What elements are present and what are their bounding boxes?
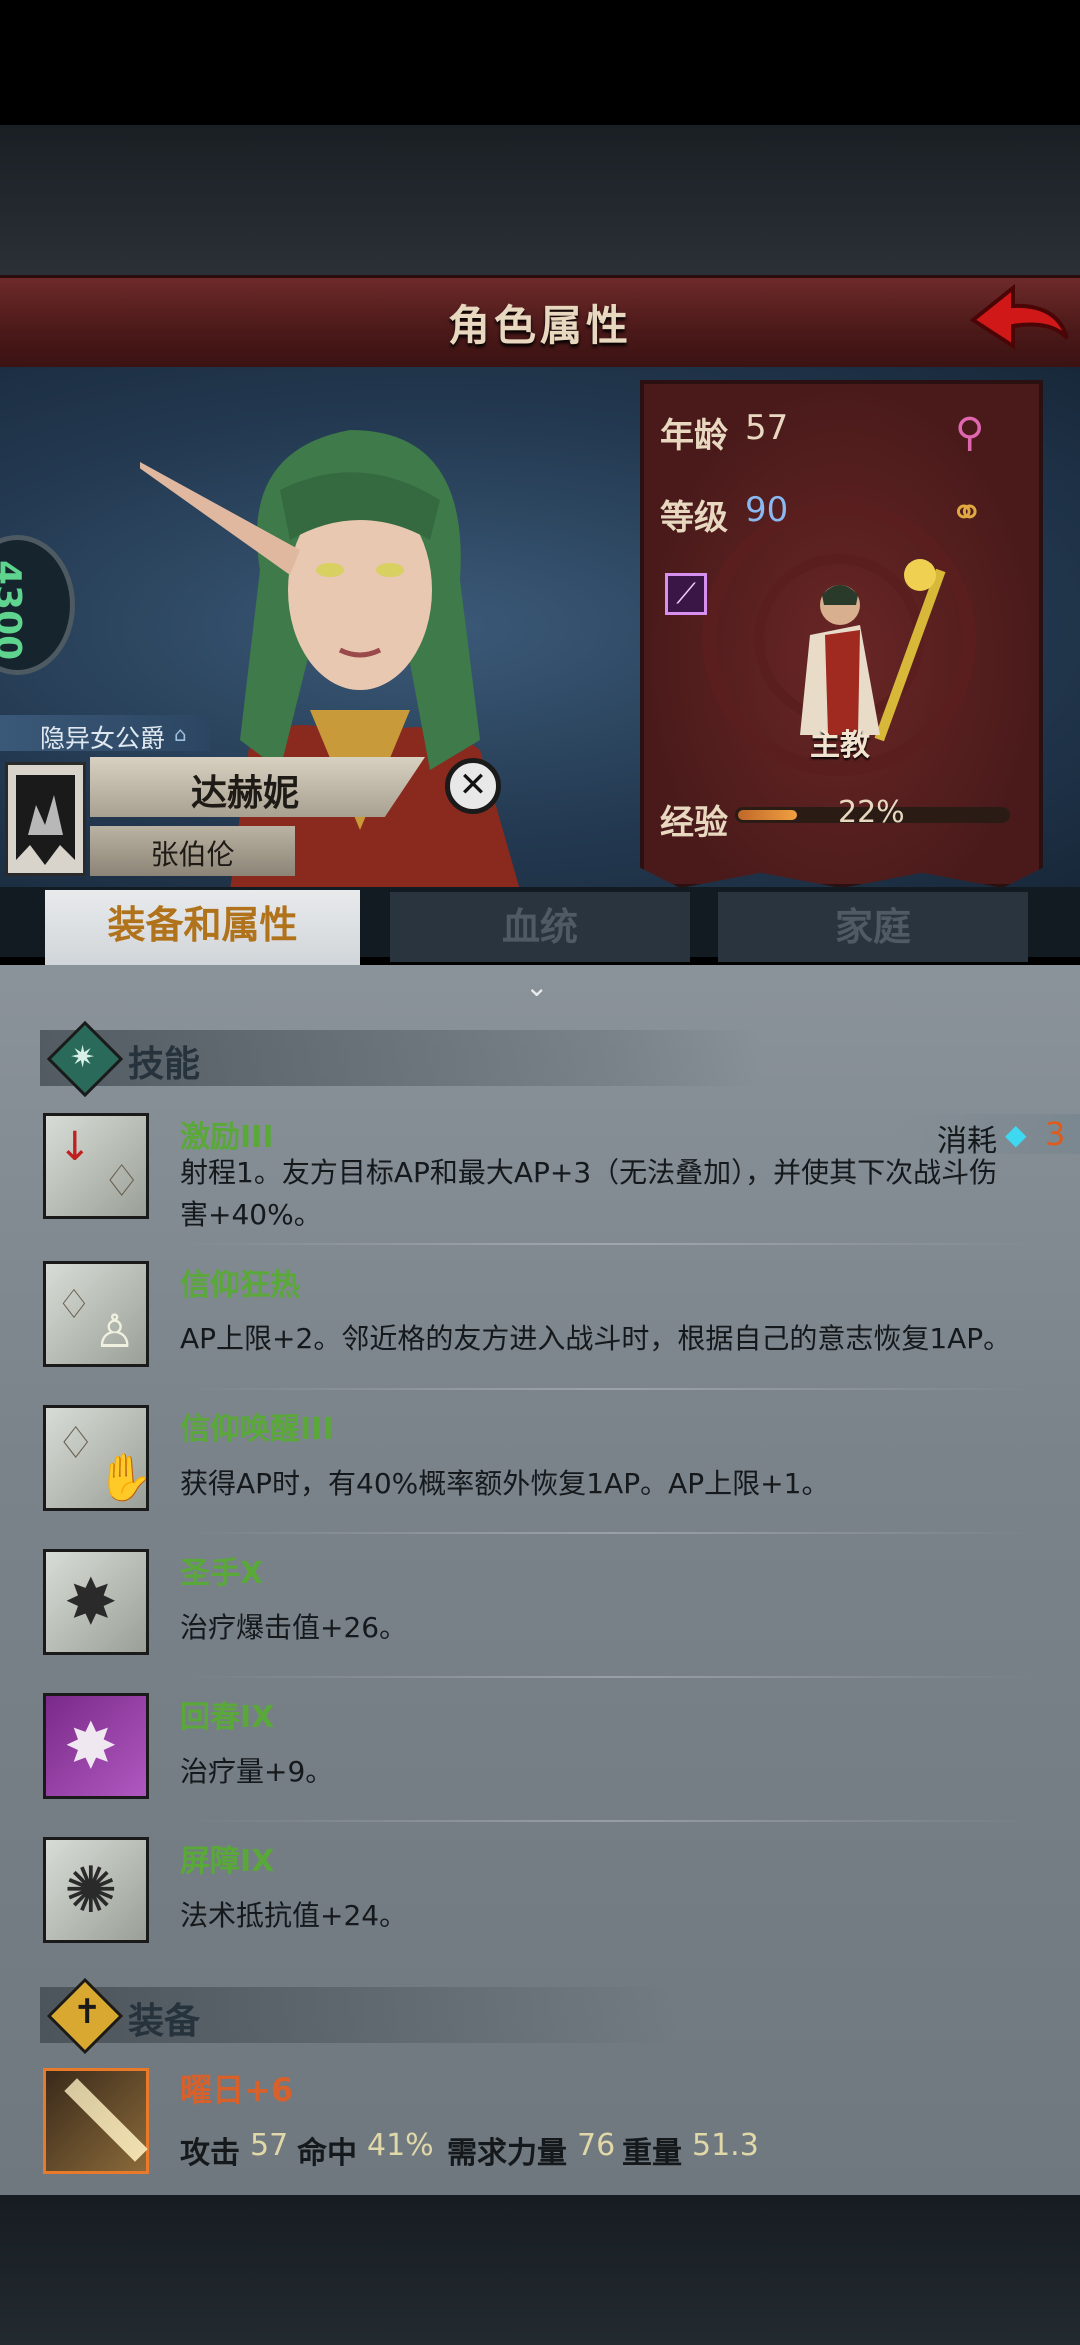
hit-value: 41%: [367, 2128, 434, 2163]
item-name: 曜日+6: [180, 2071, 294, 2109]
skill-desc: 治疗爆击值+26。: [180, 1611, 408, 1644]
weight-value: 51.3: [692, 2128, 759, 2163]
divider: [180, 1820, 1040, 1822]
exp-bar-fill: [738, 810, 797, 820]
age-value: 57: [745, 408, 789, 448]
skill-desc: 法术抵抗值+24。: [180, 1899, 408, 1932]
weight-label: 重量: [622, 2136, 682, 2171]
skill-name: 屏障IX: [180, 1844, 275, 1879]
family-banner-icon[interactable]: [5, 762, 86, 876]
page-title: 角色属性: [447, 301, 632, 350]
cross-icon: ✝: [73, 1992, 102, 2032]
female-icon: ⚲: [955, 410, 985, 456]
strength-req-label: 需求力量: [447, 2136, 567, 2171]
strength-req-value: 76: [577, 2128, 616, 2163]
inspire-icon[interactable]: ↓ ♢: [43, 1113, 149, 1219]
skill-name: 回春IX: [180, 1700, 275, 1735]
barrier-icon[interactable]: ✺: [43, 1837, 149, 1943]
skill-name: 激励III: [180, 1120, 274, 1155]
skill-name: 圣手X: [180, 1556, 264, 1591]
skill-desc: 获得AP时，有40%概率额外恢复1AP。AP上限+1。: [180, 1467, 830, 1500]
age-label: 年龄: [660, 416, 728, 456]
rejuvenate-icon[interactable]: ✸: [43, 1693, 149, 1799]
weapon-icon[interactable]: [43, 2068, 149, 2174]
class-name: 主教: [810, 728, 870, 763]
divider: [180, 1388, 1040, 1390]
close-icon[interactable]: ✕: [445, 758, 501, 814]
gem-icon: ◆: [1005, 1118, 1027, 1151]
status-bar-area: [0, 0, 1080, 125]
attack-label: 攻击: [180, 2136, 240, 2171]
character-portrait: [140, 430, 520, 890]
faith-zeal-icon[interactable]: ♢ ♙: [43, 1261, 149, 1367]
exp-value: 22%: [838, 795, 905, 830]
house-icon: ⌂: [174, 722, 187, 746]
skill-desc: 射程1。友方目标AP和最大AP+3（无法叠加），并使其下次战斗伤害+40%。: [180, 1156, 998, 1231]
attack-value: 57: [250, 2128, 289, 2163]
tab-equipment-attributes[interactable]: 装备和属性: [45, 890, 360, 970]
background-bottom: [0, 2195, 1080, 2345]
holy-hand-icon[interactable]: ✸: [43, 1549, 149, 1655]
back-arrow-icon[interactable]: [965, 280, 1075, 360]
wand-icon[interactable]: ⟋: [665, 573, 707, 615]
tab-bloodline[interactable]: 血统: [390, 892, 690, 962]
exp-label: 经验: [660, 803, 728, 843]
star-icon: ✷: [70, 1040, 96, 1075]
level-badge-text: 4300: [0, 560, 28, 661]
noble-title-text: 隐异女公爵: [40, 724, 166, 753]
skill-desc: AP上限+2。邻近格的友方进入战斗时，根据自己的意志恢复1AP。: [180, 1322, 1012, 1355]
chevron-down-icon[interactable]: ⌄: [525, 970, 548, 1003]
level-label: 等级: [660, 498, 728, 538]
divider: [180, 1243, 1040, 1245]
cost-value: 3: [1045, 1115, 1066, 1153]
skill-desc: 治疗量+9。: [180, 1755, 334, 1788]
level-value: 90: [745, 490, 789, 530]
wedding-ring-icon[interactable]: ⚭: [950, 490, 984, 536]
background-top: [0, 125, 1080, 275]
skill-name: 信仰狂热: [180, 1268, 300, 1303]
divider: [180, 1532, 1040, 1534]
equipment-section-title: 装备: [128, 2001, 201, 2042]
character-name: 达赫妮: [190, 773, 299, 814]
tab-family[interactable]: 家庭: [718, 892, 1028, 962]
hit-label: 命中: [297, 2136, 357, 2171]
skill-name: 信仰唤醒III: [180, 1412, 334, 1447]
skills-section-title: 技能: [128, 1044, 201, 1085]
character-surname: 张伯伦: [150, 838, 235, 871]
divider: [180, 1676, 1040, 1678]
faith-awaken-icon[interactable]: ♢ ✋: [43, 1405, 153, 1511]
